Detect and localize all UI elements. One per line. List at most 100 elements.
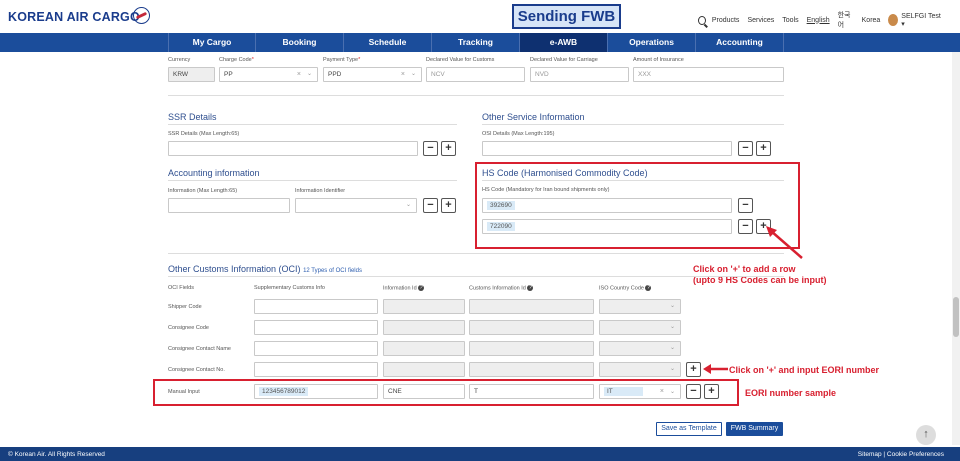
currency-field: KRW — [168, 67, 215, 82]
oci-supp-input[interactable] — [254, 299, 378, 314]
avatar — [888, 14, 899, 26]
hs-code-remove-button-1[interactable]: − — [738, 198, 753, 213]
user-menu[interactable]: SELFGI Test ▾ — [901, 13, 952, 28]
accounting-id-label: Information Identifier — [295, 188, 346, 194]
ssr-title: SSR Details — [168, 112, 217, 122]
header-links: Products Services Tools English 한국어 Kore… — [698, 10, 960, 30]
hs-code-remove-button-2[interactable]: − — [738, 219, 753, 234]
clear-icon: × — [296, 71, 301, 78]
arrow-up-icon: ↑ — [923, 428, 929, 440]
oci-manual-customs-id-input[interactable]: T — [469, 384, 594, 399]
ssr-input[interactable] — [168, 141, 418, 156]
link-products[interactable]: Products — [712, 17, 740, 24]
oci-manual-add-button[interactable]: + — [704, 384, 719, 399]
oci-supp-input[interactable] — [254, 320, 378, 335]
header: KOREAN AIR CARGO Sending FWB Products Se… — [0, 0, 960, 33]
oci-col-info-id: Information Id ? — [383, 285, 425, 292]
divider — [168, 124, 457, 125]
ssr-remove-button[interactable]: − — [423, 141, 438, 156]
nav-booking[interactable]: Booking — [256, 33, 344, 52]
nav-tracking[interactable]: Tracking — [432, 33, 520, 52]
accounting-info-input[interactable] — [168, 198, 290, 213]
divider — [168, 276, 784, 277]
nav-e-awb[interactable]: e-AWB — [520, 33, 608, 52]
oci-row-label: Shipper Code — [168, 304, 202, 310]
osi-input[interactable] — [482, 141, 732, 156]
oci-col-customs-id: Customs Information Id ? — [469, 285, 534, 292]
chevron-down-icon: ⌄ — [405, 202, 411, 208]
nav-accounting[interactable]: Accounting — [696, 33, 784, 52]
clear-icon: × — [659, 388, 664, 395]
help-icon: ? — [418, 285, 425, 291]
oci-supp-input[interactable] — [254, 362, 378, 377]
link-tools[interactable]: Tools — [782, 17, 798, 24]
main-nav: My Cargo Booking Schedule Tracking e-AWB… — [0, 33, 960, 52]
oci-row-label: Consignee Contact No. — [168, 367, 225, 373]
search-icon[interactable] — [698, 15, 706, 25]
oci-manual-supp-input[interactable]: 123456789012 — [254, 384, 378, 399]
scroll-top-button[interactable]: ↑ — [916, 425, 936, 445]
hs-code-input-2[interactable]: 722090 — [482, 219, 732, 234]
hs-code-input-1[interactable]: 392690 — [482, 198, 732, 213]
oci-count: 12 Types of OCI fields — [303, 268, 362, 274]
oci-col-iso: ISO Country Code ? — [599, 285, 652, 292]
payment-type-select[interactable]: PPD × ⌄ — [323, 67, 422, 82]
oci-manual-label: Manual Input — [168, 389, 200, 395]
charge-code-select[interactable]: PP × ⌄ — [219, 67, 318, 82]
hs-code-title: HS Code (Harmonised Commodity Code) — [482, 168, 648, 178]
accounting-id-select[interactable]: ⌄ — [295, 198, 417, 213]
osi-add-button[interactable]: + — [756, 141, 771, 156]
oci-iso-select: ⌄ — [599, 341, 681, 356]
scrollbar[interactable] — [952, 52, 960, 445]
nav-operations[interactable]: Operations — [608, 33, 696, 52]
dvc-carriage-input[interactable]: NVD — [530, 67, 629, 82]
oci-customs-id-field — [469, 341, 594, 356]
oci-manual-remove-button[interactable]: − — [686, 384, 701, 399]
link-english[interactable]: English — [807, 17, 830, 24]
fwb-summary-button[interactable]: FWB Summary — [726, 422, 783, 436]
insurance-input[interactable]: XXX — [633, 67, 784, 82]
insurance-label: Amount of Insurance — [633, 57, 684, 63]
save-template-button[interactable]: Save as Template — [656, 422, 722, 436]
oci-col-supp: Supplementary Customs Info — [254, 285, 325, 291]
logo[interactable]: KOREAN AIR CARGO — [8, 10, 140, 24]
oci-manual-info-id-input[interactable]: CNE — [383, 384, 465, 399]
dvc-customs-input[interactable]: NCV — [426, 67, 525, 82]
oci-customs-id-field — [469, 320, 594, 335]
chevron-down-icon: ⌄ — [669, 389, 675, 395]
link-korean[interactable]: 한국어 — [838, 10, 854, 30]
charge-code-label: Charge Code* — [219, 57, 254, 63]
divider — [168, 95, 784, 96]
ssr-label: SSR Details (Max Length:65) — [168, 131, 240, 137]
help-icon: ? — [527, 285, 534, 291]
ssr-add-button[interactable]: + — [441, 141, 456, 156]
copyright: © Korean Air. All Rights Reserved — [8, 451, 105, 458]
oci-add-button[interactable]: + — [686, 362, 701, 377]
nav-my-cargo[interactable]: My Cargo — [168, 33, 256, 52]
dvc-customs-label: Declared Value for Customs — [426, 57, 495, 63]
footer: © Korean Air. All Rights Reserved Sitema… — [0, 447, 960, 461]
annotation-eori-sample: EORI number sample — [745, 388, 837, 398]
divider — [168, 180, 457, 181]
oci-iso-select: ⌄ — [599, 362, 681, 377]
oci-manual-iso-select[interactable]: IT × ⌄ — [599, 384, 681, 399]
scrollbar-thumb[interactable] — [953, 297, 959, 337]
osi-label: OSI Details (Max Length:195) — [482, 131, 555, 137]
osi-title: Other Service Information — [482, 112, 585, 122]
link-region[interactable]: Korea — [862, 17, 881, 24]
osi-remove-button[interactable]: − — [738, 141, 753, 156]
accounting-remove-button[interactable]: − — [423, 198, 438, 213]
oci-iso-select: ⌄ — [599, 320, 681, 335]
clear-icon: × — [400, 71, 405, 78]
payment-type-label: Payment Type* — [323, 57, 361, 63]
footer-links[interactable]: Sitemap | Cookie Preferences — [858, 451, 944, 458]
accounting-info-label: Information (Max Length:65) — [168, 188, 238, 194]
dvc-carriage-label: Declared Value for Carriage — [530, 57, 598, 63]
link-services[interactable]: Services — [747, 17, 774, 24]
oci-supp-input[interactable] — [254, 341, 378, 356]
accounting-title: Accounting information — [168, 168, 260, 178]
accounting-add-button[interactable]: + — [441, 198, 456, 213]
divider — [482, 124, 784, 125]
nav-schedule[interactable]: Schedule — [344, 33, 432, 52]
oci-row-label: Consignee Contact Name — [168, 346, 231, 352]
